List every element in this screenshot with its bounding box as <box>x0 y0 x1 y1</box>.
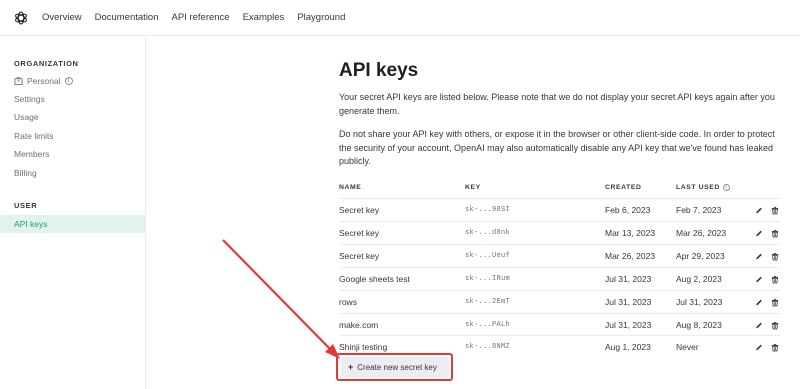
sidebar-item-usage[interactable]: Usage <box>0 108 145 126</box>
top-nav: Overview Documentation API reference Exa… <box>42 12 345 23</box>
key-name-cell: Google sheets test <box>339 274 410 284</box>
openai-logo-icon[interactable] <box>13 10 29 26</box>
last-used-cell: Never <box>676 342 699 352</box>
created-date-cell: Mar 26, 2023 <box>605 251 656 261</box>
sidebar-item-rate-limits[interactable]: Rate limits <box>0 127 145 145</box>
created-date-cell: Jul 31, 2023 <box>605 320 652 330</box>
key-name-cell: Shinji testing <box>339 342 388 352</box>
plus-icon: + <box>348 362 354 372</box>
intro-paragraph: Your secret API keys are listed below. P… <box>339 92 775 116</box>
info-icon[interactable]: i <box>722 184 730 191</box>
user-header: USER <box>14 201 38 210</box>
last-used-cell: Jul 31, 2023 <box>676 297 723 307</box>
table-row: rows sk-...2EmT Jul 31, 2023 Jul 31, 2023 <box>339 290 781 313</box>
key-name-cell: Secret key <box>339 205 380 215</box>
warning-paragraph: Do not share your API key with others, o… <box>339 129 775 166</box>
last-used-cell: Aug 2, 2023 <box>676 274 722 284</box>
column-header-created: CREATED <box>605 184 642 191</box>
table-row: Secret key sk-...Ueuf Mar 26, 2023 Apr 29, … <box>339 244 781 267</box>
key-value-cell: sk-...d8nk <box>465 229 511 237</box>
key-value-cell: sk-...PALh <box>465 321 511 329</box>
trash-icon[interactable] <box>771 229 779 238</box>
info-icon[interactable]: i <box>64 77 73 85</box>
trash-icon[interactable] <box>771 252 779 261</box>
key-value-cell: sk-...Ueuf <box>465 252 511 260</box>
last-used-cell: Feb 7, 2023 <box>676 205 722 215</box>
table-row: Shinji testing sk-...8NMZ Aug 1, 2023 Never <box>339 335 781 357</box>
organization-header: ORGANIZATION <box>14 59 79 68</box>
edit-pencil-icon[interactable] <box>755 298 763 307</box>
key-value-cell: sk-...8NMZ <box>465 343 511 351</box>
org-selector[interactable]: Personal i <box>0 72 145 90</box>
last-used-cell: Apr 29, 2023 <box>676 251 725 261</box>
key-name-cell: Secret key <box>339 251 380 261</box>
table-row: Secret key sk-...d8nk Mar 13, 2023 Mar 26, … <box>339 221 781 244</box>
building-icon <box>14 77 23 85</box>
nav-playground[interactable]: Playground <box>297 12 345 23</box>
sidebar-item-members[interactable]: Members <box>0 145 145 163</box>
org-name: Personal <box>27 76 61 86</box>
nav-api-reference[interactable]: API reference <box>172 12 230 23</box>
last-used-cell: Aug 8, 2023 <box>676 320 722 330</box>
created-date-cell: Feb 6, 2023 <box>605 205 651 215</box>
column-header-name: NAME <box>339 184 362 191</box>
nav-overview[interactable]: Overview <box>42 12 82 23</box>
edit-pencil-icon[interactable] <box>755 252 763 261</box>
trash-icon[interactable] <box>771 275 779 284</box>
trash-icon[interactable] <box>771 343 779 352</box>
column-header-key: KEY <box>465 184 481 191</box>
created-date-cell: Aug 1, 2023 <box>605 342 651 352</box>
page-title: API keys <box>339 60 419 81</box>
edit-pencil-icon[interactable] <box>755 206 763 215</box>
key-value-cell: sk-...2EmT <box>465 298 511 306</box>
trash-icon[interactable] <box>771 298 779 307</box>
table-row: make.com sk-...PALh Jul 31, 2023 Aug 8, 202… <box>339 313 781 336</box>
column-header-last-used-label: LAST USED <box>676 184 720 191</box>
edit-pencil-icon[interactable] <box>755 321 763 330</box>
key-name-cell: make.com <box>339 320 379 330</box>
key-value-cell: sk-...98SI <box>465 206 511 214</box>
sidebar-item-api-keys[interactable]: API keys <box>0 215 145 233</box>
last-used-cell: Mar 26, 2023 <box>676 228 727 238</box>
nav-documentation[interactable]: Documentation <box>95 12 159 23</box>
created-date-cell: Jul 31, 2023 <box>605 297 652 307</box>
column-header-last-used: LAST USED i <box>676 184 730 191</box>
key-name-cell: Secret key <box>339 228 380 238</box>
edit-pencil-icon[interactable] <box>755 275 763 284</box>
table-row: Secret key sk-...98SI Feb 6, 2023 Feb 7, 20… <box>339 198 781 221</box>
create-secret-key-button[interactable]: + Create new secret key <box>341 357 449 377</box>
edit-pencil-icon[interactable] <box>755 229 763 238</box>
sidebar-item-billing[interactable]: Billing <box>0 164 145 182</box>
create-secret-key-label: Create new secret key <box>357 363 437 372</box>
nav-examples[interactable]: Examples <box>243 12 285 23</box>
sidebar: ORGANIZATION Personal i Settings Usage R… <box>0 37 146 389</box>
trash-icon[interactable] <box>771 321 779 330</box>
top-bar: Overview Documentation API reference Exa… <box>0 0 800 36</box>
trash-icon[interactable] <box>771 206 779 215</box>
table-row: Google sheets test sk-...IRum Jul 31, 2023… <box>339 267 781 290</box>
sidebar-item-settings[interactable]: Settings <box>0 90 145 108</box>
created-date-cell: Jul 31, 2023 <box>605 274 652 284</box>
created-date-cell: Mar 13, 2023 <box>605 228 656 238</box>
edit-pencil-icon[interactable] <box>755 343 763 352</box>
key-name-cell: rows <box>339 297 357 307</box>
key-value-cell: sk-...IRum <box>465 275 511 283</box>
